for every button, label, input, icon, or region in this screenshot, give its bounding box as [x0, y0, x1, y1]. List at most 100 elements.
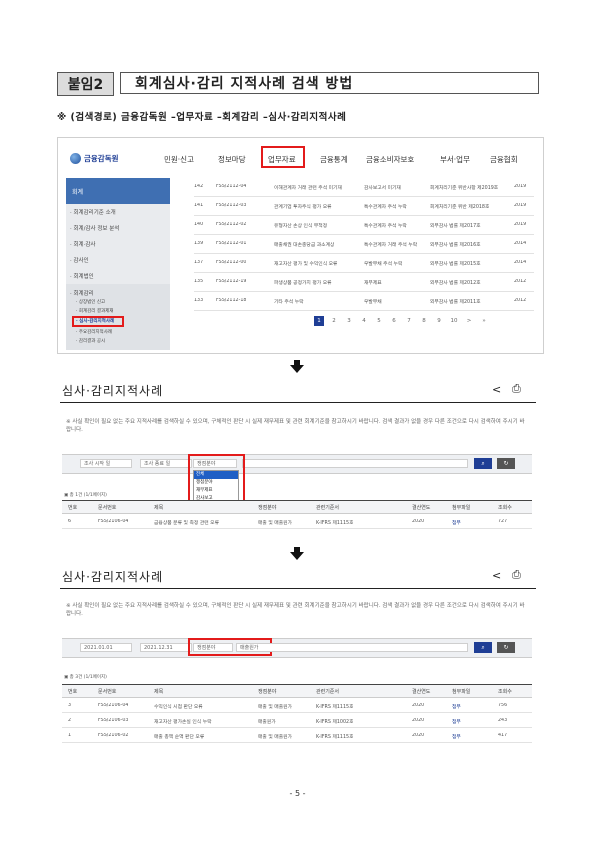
list-cell: 감사보고서 미기재 — [364, 186, 401, 191]
list-row[interactable]: 139 FSS/2112-01 매출채권 대손충당금 과소계상 특수관계자 거래 주석… — [194, 235, 534, 254]
page-number: - 5 - — [289, 789, 306, 798]
sidebar-sub-2[interactable]: · 심사·감리지적사례 — [76, 318, 114, 324]
page-2[interactable]: 2 — [329, 316, 339, 326]
sidebar-item-2[interactable]: · 회계·감사 — [70, 240, 96, 248]
list-cell: 우발부채 — [364, 300, 382, 305]
page-9[interactable]: 9 — [434, 316, 444, 326]
dropdown-option-0[interactable]: 전체 — [194, 471, 238, 479]
reset-button-2[interactable]: ↻ — [497, 642, 515, 653]
column-header: 번호 — [68, 505, 78, 511]
column-header: 제목 — [154, 505, 164, 511]
sidebar-item-1[interactable]: · 회계/감사 정보 분석 — [70, 224, 119, 232]
column-header: 결산연도 — [412, 689, 431, 695]
keyword-input-2[interactable]: 매출원가 — [236, 643, 468, 652]
panel1-notice: ※ 사실 확인이 필요 없는 주요 지적사례를 검색하실 수 있으며, 구체적인… — [66, 419, 525, 433]
list-row[interactable]: 133 FSS/2112-18 기타 주석 누락 우발부채 외부감사 법률 제2011호… — [194, 292, 534, 311]
attachment-icon[interactable]: 첨부 — [452, 519, 461, 526]
print-icon[interactable]: ⎙ — [512, 382, 521, 396]
search-button[interactable]: ⌕ — [474, 458, 492, 469]
page-title: 회계심사·감리 지적사례 검색 방법 — [120, 72, 539, 94]
list-row[interactable]: 140 FSS/2112-02 유형자산 손상 인식 부적정 특수관계자 주석 누락 외… — [194, 216, 534, 235]
table-cell: K-IFRS 제1002호 — [316, 720, 354, 725]
list-cell: FSS/2112-18 — [216, 298, 247, 303]
panel2-title: 심사·감리지적사례 — [62, 570, 164, 584]
keyword-input[interactable] — [242, 459, 468, 468]
list-cell: 외부감사 법률 제2011호 — [430, 300, 481, 305]
date-to-input-2[interactable]: 2021.12.31 — [140, 643, 192, 652]
nav-consumer[interactable]: 금융소비자보호 — [366, 154, 414, 165]
sidebar-sub-3[interactable]: · 주요감리지적사례 — [76, 329, 112, 335]
table-row[interactable]: 2 FSS/2106-03 재고자산 평가손실 인식 누락 매출원가 K-IFRS 제1… — [62, 713, 532, 728]
next-page[interactable]: > — [464, 316, 474, 326]
list-cell: 특수관계자 주석 누락 — [364, 224, 407, 229]
list-row[interactable]: 135 FSS/2112-19 파생상품 공정가치 평가 오류 재무제표 외부감사 법률… — [194, 273, 534, 292]
panel2-table: 번호 문서번호 제목 쟁점분야 관련기준서 결산연도 첨부파일 조회수 3 FSS/2106-0… — [62, 684, 532, 743]
attachment-icon[interactable]: 첨부 — [452, 703, 461, 710]
table-row[interactable]: 3 FSS/2106-04 수익인식 시점 판단 오류 매출 및 매출원가 K-IFRS… — [62, 698, 532, 713]
share-icon[interactable]: < — [492, 383, 501, 396]
page-7[interactable]: 7 — [404, 316, 414, 326]
nav-complaints[interactable]: 민원·신고 — [164, 154, 194, 165]
date-to-input[interactable]: 조사 종료 일 — [140, 459, 192, 468]
table-cell: 3 — [68, 703, 72, 708]
page-6[interactable]: 6 — [389, 316, 399, 326]
dropdown-option-2[interactable]: 재무제표 — [194, 487, 238, 495]
sidebar-item-3[interactable]: · 감사인 — [70, 256, 89, 264]
table-cell: 2020 — [412, 733, 425, 738]
column-header: 조회수 — [498, 689, 512, 695]
list-cell: 2012 — [514, 298, 527, 303]
nav-associations[interactable]: 금융협회 — [490, 154, 518, 165]
table-cell: K-IFRS 제1115호 — [316, 735, 354, 740]
share-icon-2[interactable]: < — [492, 569, 501, 582]
list-row[interactable]: 137 FSS/2112-00 재고자산 평가 및 수익인식 오류 우발부채 주석 누… — [194, 254, 534, 273]
page-1[interactable]: 1 — [314, 316, 324, 326]
panel2-table-header: 번호 문서번호 제목 쟁점분야 관련기준서 결산연도 첨부파일 조회수 — [62, 685, 532, 698]
column-header: 쟁점분야 — [258, 689, 277, 695]
table-row[interactable]: 6 FSS/2106-04 금융상품 분류 및 측정 관련 오류 매출 및 매출원가 K… — [62, 514, 532, 529]
nav-statistics[interactable]: 금융통계 — [320, 154, 348, 165]
column-header: 쟁점분야 — [258, 505, 277, 511]
table-cell: 417 — [498, 733, 508, 738]
column-header: 번호 — [68, 689, 78, 695]
nav-info[interactable]: 정보마당 — [218, 154, 246, 165]
search-button-2[interactable]: ⌕ — [474, 642, 492, 653]
page-4[interactable]: 4 — [359, 316, 369, 326]
table-cell: 2 — [68, 718, 72, 723]
table-row[interactable]: 1 FSS/2106-02 매출 총액 순액 판단 오류 매출 및 매출원가 K-IFR… — [62, 728, 532, 743]
list-row[interactable]: 142 FSS/2112-04 이해관계자 거래 관련 주석 미기재 감사보고서 미기… — [194, 178, 534, 197]
table-cell: 수익인식 시점 판단 오류 — [154, 705, 203, 710]
date-from-input[interactable]: 조사 시작 일 — [80, 459, 132, 468]
page-8[interactable]: 8 — [419, 316, 429, 326]
table-cell: 6 — [68, 519, 72, 524]
sidebar-sub-0[interactable]: · 상장법인 신고 — [76, 299, 105, 305]
category-select-2[interactable]: 쟁점분야 — [193, 643, 233, 652]
sidebar-item-0[interactable]: · 회계감리기준 소개 — [70, 208, 116, 216]
panel1-count: ▣ 총 1건 (1/1페이지) — [64, 493, 107, 498]
list-row[interactable]: 141 FSS/2112-03 관계기업 투자주식 평가 오류 특수관계자 주석 누락… — [194, 197, 534, 216]
page-5[interactable]: 5 — [374, 316, 384, 326]
sidebar-item-4[interactable]: · 회계법인 — [70, 272, 94, 280]
sidebar-item-5[interactable]: · 회계감리 — [70, 289, 94, 297]
table-cell: 재고자산 평가손실 인식 누락 — [154, 720, 212, 725]
list-cell: FSS/2112-19 — [216, 279, 247, 284]
list-cell: 매출채권 대손충당금 과소계상 — [274, 243, 335, 248]
attachment-icon[interactable]: 첨부 — [452, 733, 461, 740]
attachment-icon[interactable]: 첨부 — [452, 718, 461, 725]
logo-text: 금융감독원 — [84, 153, 119, 163]
panel2-count: ▣ 총 3건 (1/1페이지) — [64, 675, 107, 680]
list-cell: 파생상품 공정가치 평가 오류 — [274, 281, 332, 286]
panel2-notice: ※ 사실 확인이 필요 없는 주요 지적사례를 검색하실 수 있으며, 구체적인… — [66, 603, 525, 617]
title-rule — [60, 402, 536, 403]
last-page[interactable]: » — [479, 316, 489, 326]
nav-departments[interactable]: 부서·업무 — [440, 154, 470, 165]
page-10[interactable]: 10 — [449, 316, 459, 326]
list-cell: 140 — [194, 222, 204, 227]
dropdown-option-1[interactable]: 쟁점분야 — [194, 479, 238, 487]
sidebar-title: 회계 — [66, 178, 170, 204]
reset-button[interactable]: ↻ — [497, 458, 515, 469]
sidebar-sub-1[interactable]: · 회계감리 결과제재 — [76, 308, 113, 314]
page-3[interactable]: 3 — [344, 316, 354, 326]
date-from-input-2[interactable]: 2021.01.01 — [80, 643, 132, 652]
sidebar-sub-4[interactable]: · 감리결과 공시 — [76, 338, 105, 344]
print-icon-2[interactable]: ⎙ — [512, 568, 521, 582]
